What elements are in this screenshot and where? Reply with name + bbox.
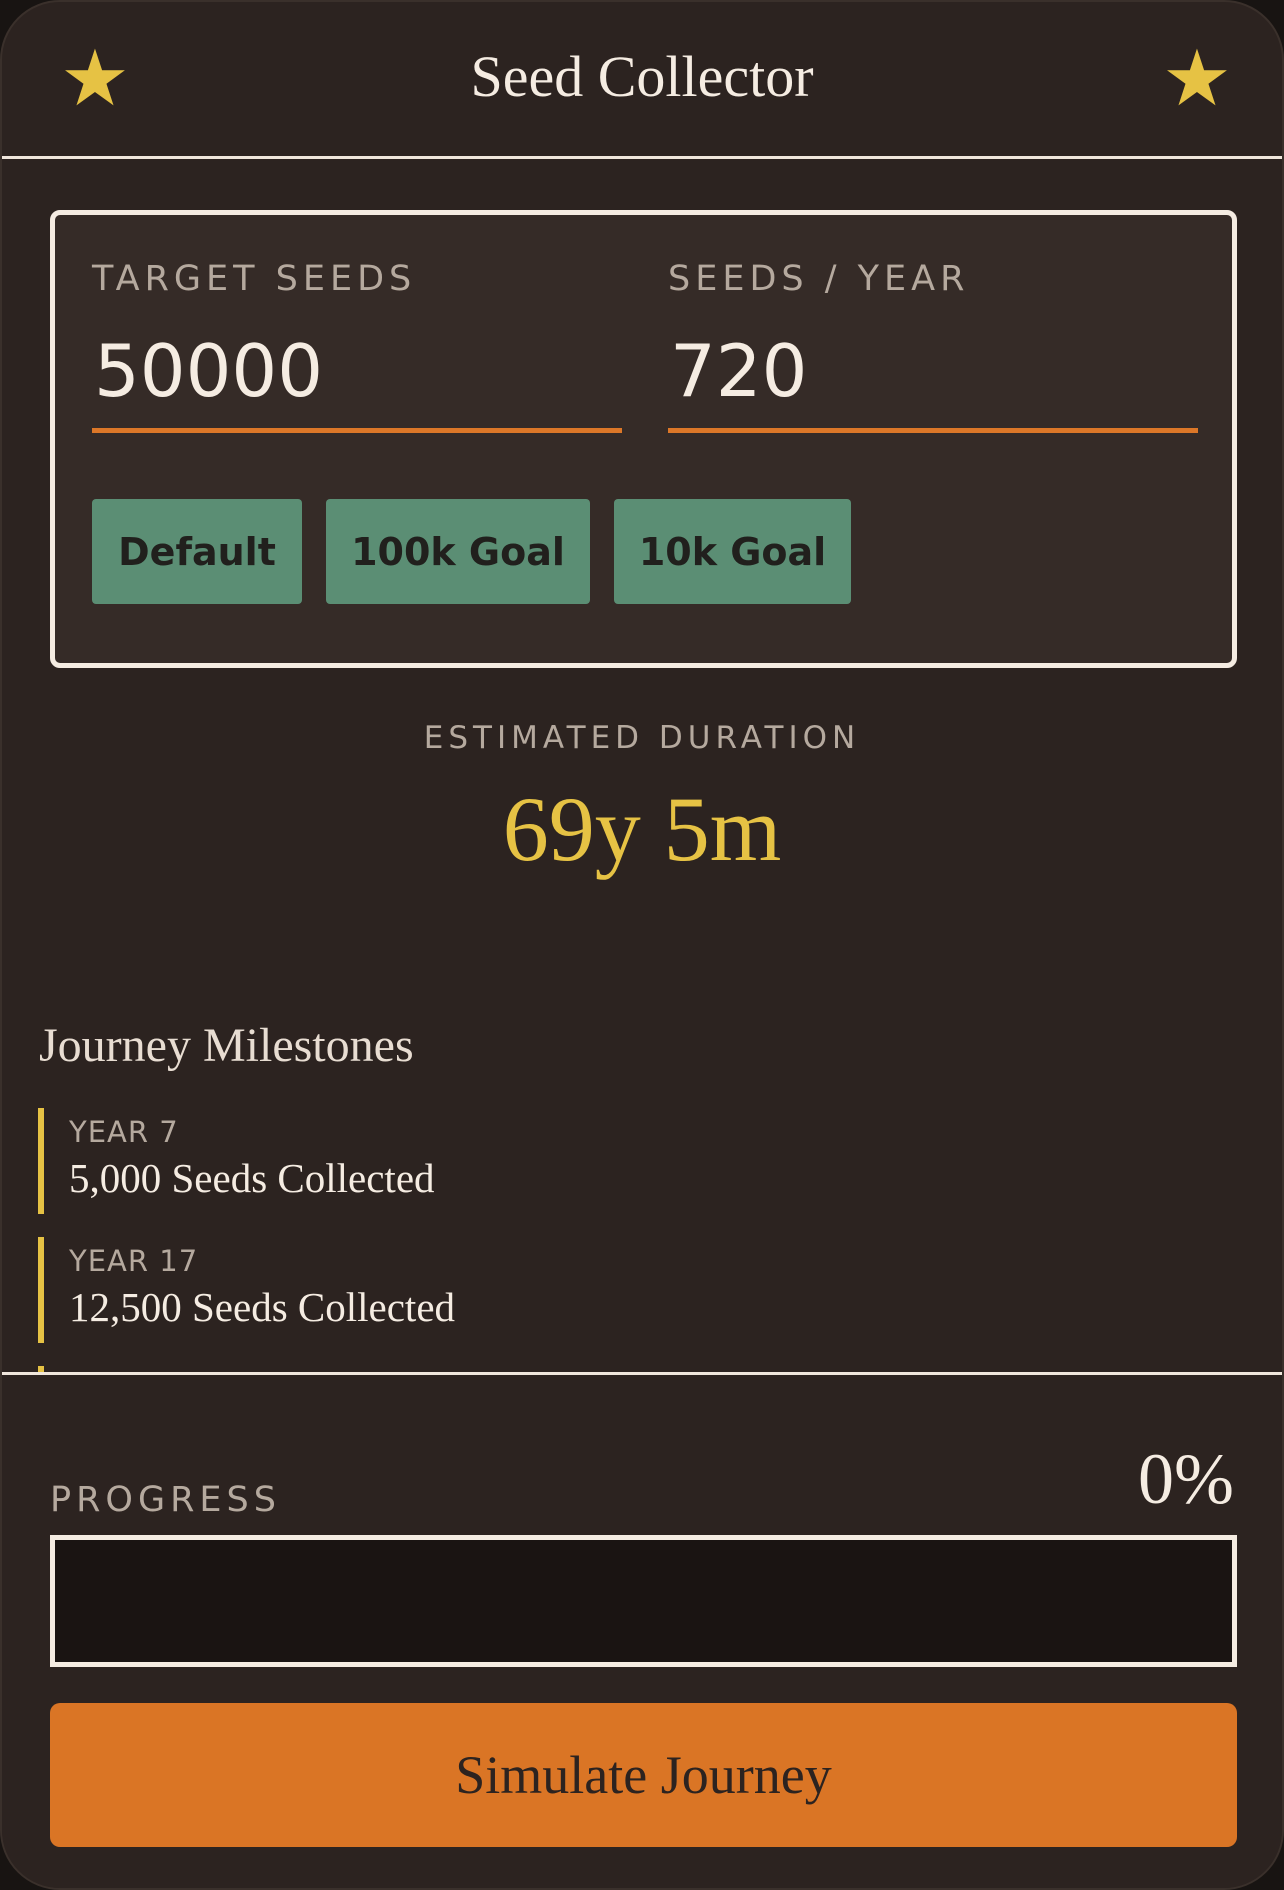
milestones-list[interactable]: YEAR 7 5,000 Seeds Collected YEAR 17 12,… — [38, 1108, 1138, 1373]
star-icon: ★ — [1162, 34, 1232, 124]
milestone-year: YEAR 7 — [69, 1115, 179, 1149]
target-seeds-input[interactable]: 50000 — [92, 329, 622, 433]
estimated-duration-value: 69y 5m — [502, 778, 782, 880]
milestone-text: 5,000 Seeds Collected — [69, 1155, 435, 1201]
preset-10k-goal-button[interactable]: 10k Goal — [614, 499, 851, 604]
progress-percent: 0% — [1138, 1439, 1234, 1519]
seeds-per-year-input[interactable]: 720 — [668, 329, 1198, 433]
estimated-duration-label: ESTIMATED DURATION — [423, 720, 861, 756]
milestones-title: Journey Milestones — [39, 1019, 414, 1072]
milestone-text: 12,500 Seeds Collected — [69, 1284, 456, 1330]
target-seeds-field: TARGET SEEDS 50000 — [92, 257, 622, 433]
progress-section: PROGRESS 0% Simulate Journey — [2, 1372, 1282, 1888]
settings-panel: TARGET SEEDS 50000 SEEDS / YEAR 720 Defa… — [50, 210, 1237, 668]
app-header: ★ Seed Collector ★ — [2, 2, 1282, 159]
milestone-item: YEAR 7 5,000 Seeds Collected — [38, 1108, 1138, 1214]
preset-buttons: Default 100k Goal 10k Goal — [92, 499, 851, 604]
progress-bar — [50, 1535, 1237, 1667]
seeds-per-year-label: SEEDS / YEAR — [668, 259, 970, 299]
preset-default-button[interactable]: Default — [92, 499, 302, 604]
app-screen: ★ Seed Collector ★ TARGET SEEDS 50000 SE… — [0, 0, 1284, 1890]
milestone-item: YEAR 17 12,500 Seeds Collected — [38, 1237, 1138, 1343]
seeds-per-year-field: SEEDS / YEAR 720 — [668, 257, 1198, 433]
simulate-journey-button[interactable]: Simulate Journey — [50, 1703, 1237, 1847]
milestone-year: YEAR 17 — [69, 1244, 199, 1278]
milestone-year — [69, 1366, 1138, 1370]
app-title: Seed Collector — [470, 44, 814, 109]
target-seeds-label: TARGET SEEDS — [92, 259, 417, 299]
preset-100k-goal-button[interactable]: 100k Goal — [326, 499, 590, 604]
progress-label: PROGRESS — [50, 1480, 281, 1520]
